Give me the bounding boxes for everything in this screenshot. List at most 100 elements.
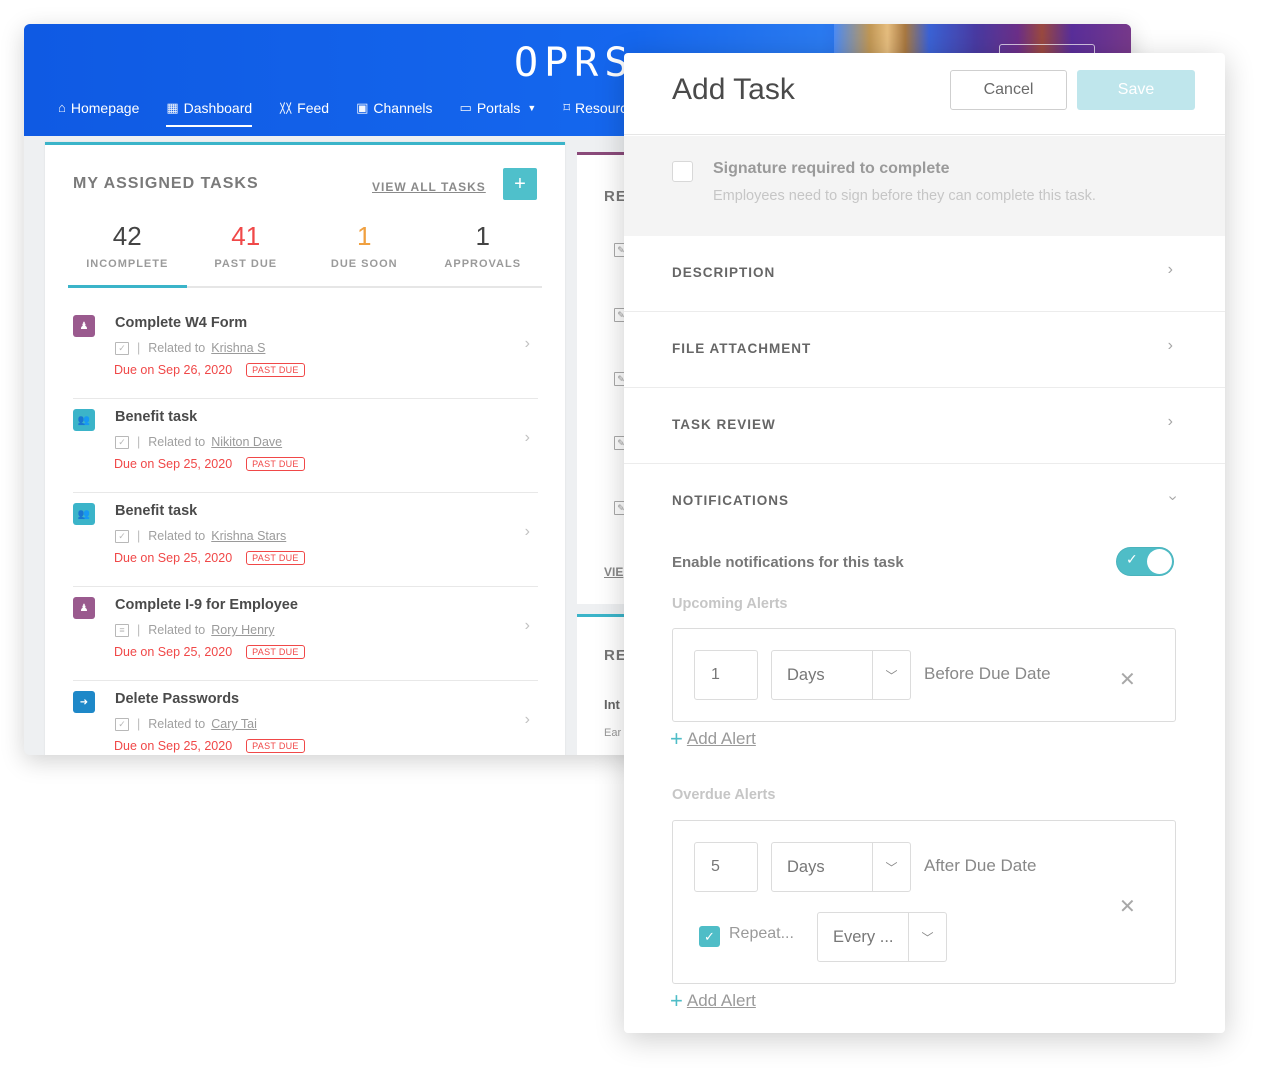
overdue-amount-input[interactable]: 5 (694, 842, 758, 892)
task-title: Benefit task (115, 409, 198, 425)
upcoming-unit-select[interactable]: Days ﹀ (771, 650, 911, 700)
task-item[interactable]: 👥 Benefit task ✓ | Related to Nikiton Da… (73, 399, 538, 493)
separator: | (137, 341, 141, 355)
checkbox-icon: ✓ (115, 341, 129, 355)
main-nav: ⌂ Homepage ▦ Dashboard 〷 Feed ▣ Channels… (58, 98, 662, 127)
task-stats-tabs: 42 INCOMPLETE 41 PAST DUE 1 DUE SOON 1 A… (68, 220, 542, 288)
enable-notifications-toggle[interactable]: ✓ (1116, 547, 1174, 576)
team-icon: 👥 (73, 503, 95, 525)
repeat-frequency-select[interactable]: Every ... ﹀ (817, 912, 947, 962)
section-label: TASK REVIEW (672, 417, 776, 432)
separator: | (137, 435, 141, 449)
section-file-attachment[interactable]: FILE ATTACHMENT › (624, 312, 1225, 388)
checkbox-icon: ✓ (115, 529, 129, 543)
stat-value: 41 (231, 221, 261, 251)
team-icon: 👥 (73, 409, 95, 431)
bookmark-icon: ⌑ (563, 99, 571, 115)
past-due-badge: PAST DUE (246, 457, 305, 471)
signature-option: Signature required to complete Employees… (624, 136, 1225, 236)
stat-label: APPROVALS (444, 258, 522, 270)
past-due-badge: PAST DUE (246, 551, 305, 565)
nav-feed[interactable]: 〷 Feed (279, 98, 329, 123)
related-prefix: Related to (148, 341, 206, 355)
enable-notifications-label: Enable notifications for this task (672, 554, 904, 571)
save-button[interactable]: Save (1077, 70, 1195, 110)
rss-icon: 〷 (279, 101, 293, 116)
stat-tab-approvals[interactable]: 1 APPROVALS (424, 220, 543, 286)
related-person-link[interactable]: Rory Henry (211, 623, 274, 637)
past-due-badge: PAST DUE (246, 645, 305, 659)
signature-checkbox[interactable] (672, 161, 693, 182)
related-prefix: Related to (148, 717, 206, 731)
overdue-alert-row: 5 Days ﹀ After Due Date ✕ ✓ Repeat... Ev… (672, 820, 1176, 984)
section-task-review[interactable]: TASK REVIEW › (624, 388, 1225, 464)
nav-channels[interactable]: ▣ Channels (356, 98, 432, 123)
stat-tab-due-soon[interactable]: 1 DUE SOON (305, 220, 424, 286)
my-assigned-tasks-card: MY ASSIGNED TASKS VIEW ALL TASKS + 42 IN… (45, 142, 565, 755)
due-date: Due on Sep 25, 2020 (114, 739, 233, 753)
app-logo[interactable]: OPRS (514, 40, 634, 86)
tv-icon: ▣ (356, 99, 369, 115)
nav-label: Channels (373, 99, 433, 116)
past-due-badge: PAST DUE (246, 363, 305, 377)
stat-value: 1 (357, 221, 372, 251)
task-due: Due on Sep 25, 2020 PAST DUE (114, 457, 305, 471)
chevron-right-icon: › (524, 711, 530, 728)
section-notifications[interactable]: NOTIFICATIONS › (624, 464, 1225, 540)
badge-icon: ♟ (73, 315, 95, 337)
chevron-right-icon: › (524, 523, 530, 540)
nav-portals[interactable]: ▭ Portals ▼ (460, 98, 537, 123)
separator: | (137, 623, 141, 637)
checkbox-icon: ✓ (115, 717, 129, 731)
overdue-alerts-label: Overdue Alerts (672, 787, 776, 803)
task-related: ✓ | Related to Nikiton Dave (115, 435, 282, 449)
add-overdue-alert-link[interactable]: + Add Alert (670, 990, 756, 1012)
past-due-badge: PAST DUE (246, 739, 305, 753)
chevron-right-icon: › (524, 429, 530, 446)
signature-label: Signature required to complete (713, 160, 950, 177)
overdue-trail-text: After Due Date (924, 856, 1037, 875)
window-icon: ▭ (459, 99, 472, 115)
related-person-link[interactable]: Krishna S (211, 341, 265, 355)
add-upcoming-alert-link[interactable]: + Add Alert (670, 728, 756, 750)
door-exit-icon: ➜ (73, 691, 95, 713)
task-due: Due on Sep 26, 2020 PAST DUE (114, 363, 305, 377)
panel-header: Add Task Cancel Save (624, 53, 1225, 135)
section-description[interactable]: DESCRIPTION › (624, 236, 1225, 312)
add-task-button[interactable]: + (503, 168, 537, 200)
nav-dashboard[interactable]: ▦ Dashboard (166, 98, 253, 127)
form-icon: ≡ (115, 623, 129, 637)
stat-tab-past-due[interactable]: 41 PAST DUE (187, 220, 306, 286)
checkbox-icon: ✓ (115, 435, 129, 449)
task-item[interactable]: ➜ Delete Passwords ✓ | Related to Cary T… (73, 681, 538, 755)
view-all-link[interactable]: VIE (604, 565, 623, 579)
nav-label: Dashboard (183, 99, 253, 116)
task-item[interactable]: ♟ Complete W4 Form ✓ | Related to Krishn… (73, 305, 538, 399)
related-person-link[interactable]: Nikiton Dave (211, 435, 282, 449)
plus-icon: + (670, 988, 683, 1013)
overdue-unit-select[interactable]: Days ﹀ (771, 842, 911, 892)
remove-alert-icon[interactable]: ✕ (1119, 894, 1136, 919)
upcoming-amount-input[interactable]: 1 (694, 650, 758, 700)
related-person-link[interactable]: Cary Tai (211, 717, 257, 731)
stat-label: DUE SOON (330, 258, 398, 270)
due-date: Due on Sep 25, 2020 (114, 457, 233, 471)
separator: | (137, 717, 141, 731)
stat-tab-incomplete[interactable]: 42 INCOMPLETE (68, 220, 187, 288)
caret-down-icon: ▼ (527, 102, 537, 113)
nav-homepage[interactable]: ⌂ Homepage (58, 98, 139, 123)
chevron-right-icon: › (1167, 261, 1173, 278)
remove-alert-icon[interactable]: ✕ (1119, 667, 1136, 692)
due-date: Due on Sep 25, 2020 (114, 551, 233, 565)
repeat-checkbox[interactable]: ✓ (699, 926, 720, 947)
task-item[interactable]: ♟ Complete I-9 for Employee ≡ | Related … (73, 587, 538, 681)
check-icon: ✓ (1126, 551, 1138, 567)
cancel-button[interactable]: Cancel (950, 70, 1067, 110)
stat-label: PAST DUE (214, 258, 278, 270)
add-alert-label: Add Alert (686, 991, 756, 1010)
task-title: Complete W4 Form (115, 315, 248, 331)
task-item[interactable]: 👥 Benefit task ✓ | Related to Krishna St… (73, 493, 538, 587)
view-all-tasks-link[interactable]: VIEW ALL TASKS (372, 180, 486, 194)
related-prefix: Related to (148, 623, 206, 637)
related-person-link[interactable]: Krishna Stars (211, 529, 286, 543)
